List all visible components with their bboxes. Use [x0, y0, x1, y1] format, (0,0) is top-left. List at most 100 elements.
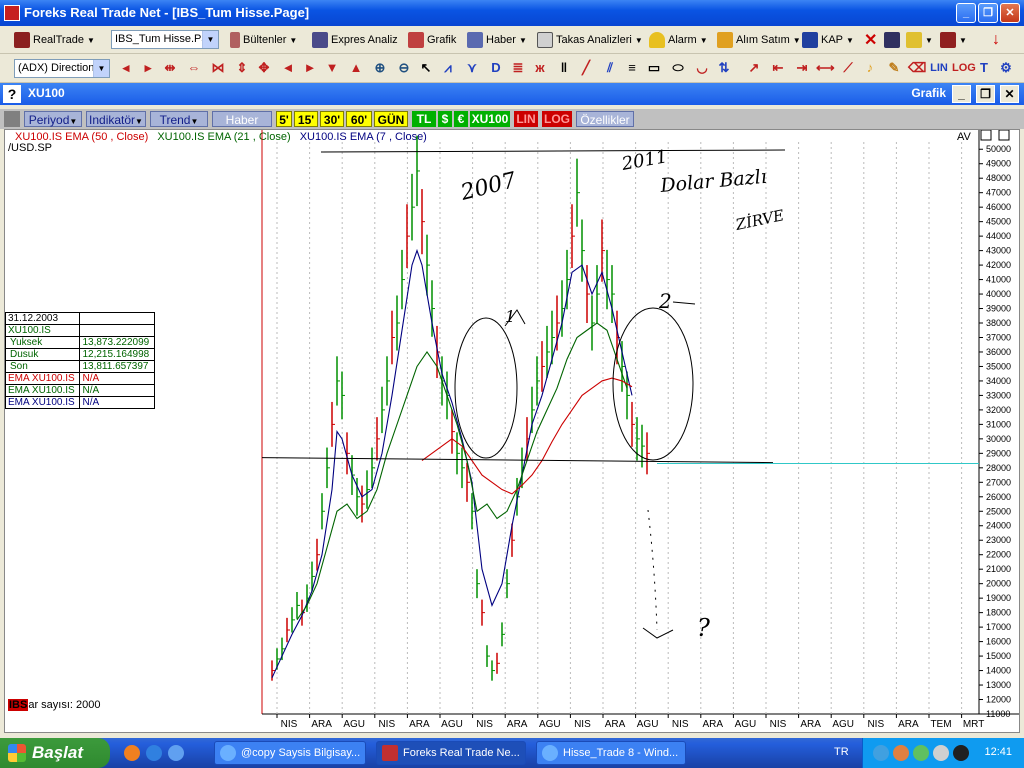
scroll-down-icon[interactable]: ▼: [324, 60, 340, 76]
line-tool-icon[interactable]: ╱: [578, 60, 594, 76]
title-bar[interactable]: Foreks Real Trade Net - [IBS_Tum Hisse.P…: [0, 0, 1024, 26]
rectangle-tool-icon[interactable]: ▭: [646, 60, 662, 76]
firefox-icon[interactable]: [124, 745, 140, 761]
zoom-in-icon[interactable]: ⊕: [372, 60, 388, 76]
taskbar-item[interactable]: Hisse_Trade 8 - Wind...: [536, 741, 686, 765]
lin-button[interactable]: LIN: [514, 111, 538, 127]
period-60m-button[interactable]: 60': [346, 111, 372, 127]
tray-app-icon[interactable]: [893, 745, 909, 761]
move-icon[interactable]: ✥: [256, 60, 272, 76]
vertical-expand-icon[interactable]: ⇕: [234, 60, 250, 76]
app-icon[interactable]: [4, 5, 20, 21]
takas-menu[interactable]: Takas Analizleri ▼: [537, 31, 643, 49]
cycle-icon[interactable]: ж: [532, 60, 548, 76]
lin-scale-button[interactable]: LIN: [930, 60, 948, 76]
taskbar-item[interactable]: Foreks Real Trade Ne...: [376, 741, 526, 765]
settings-icon[interactable]: ▼: [940, 31, 967, 49]
clock: 12:41: [984, 746, 1012, 758]
windows-logo-icon: [8, 744, 26, 762]
haber-button[interactable]: Haber: [212, 111, 272, 127]
ellipse-tool-icon[interactable]: ⬭: [670, 60, 686, 76]
save-icon[interactable]: [884, 31, 900, 49]
period-5m-button[interactable]: 5': [276, 111, 292, 127]
periyod-menu[interactable]: Periyod▼: [24, 111, 82, 127]
left-arrow-icon[interactable]: ◂: [118, 60, 134, 76]
help-question-icon[interactable]: ?: [3, 85, 21, 103]
segment-icon[interactable]: ⟷: [816, 60, 835, 76]
right-arrow-icon[interactable]: ▸: [140, 60, 156, 76]
left-extend-icon[interactable]: ⇤: [770, 60, 786, 76]
kap-menu[interactable]: KAP ▼: [802, 31, 854, 49]
zoom-out-icon[interactable]: ⊖: [396, 60, 412, 76]
maximize-button[interactable]: ❐: [978, 3, 998, 23]
vertical-lines-icon[interactable]: ‖: [556, 60, 572, 76]
scroll-right-icon[interactable]: ►: [302, 60, 318, 76]
alarm-menu[interactable]: Alarm ▼: [649, 31, 708, 49]
cursor-icon[interactable]: ↖: [418, 60, 434, 76]
haber-menu[interactable]: Haber ▼: [467, 31, 527, 49]
indicator-combo[interactable]: (ADX) Direction ▼: [14, 59, 110, 78]
trend-menu[interactable]: Trend▼: [150, 111, 208, 127]
tl-button[interactable]: TL: [412, 111, 436, 127]
template-icon[interactable]: T: [976, 60, 992, 76]
channel-tool-icon[interactable]: ⫽: [602, 60, 618, 76]
fibonacci-icon[interactable]: ≣: [510, 60, 526, 76]
trendline-tool-icon[interactable]: ⩘: [440, 60, 456, 76]
delete-icon[interactable]: ✕: [864, 31, 877, 49]
taskbar-item[interactable]: @copy Saysis Bilgisay...: [214, 741, 366, 765]
zoom-fit-icon[interactable]: ⋈: [210, 60, 226, 76]
price-chart[interactable]: XU100.IS EMA (50 , Close) XU100.IS EMA (…: [4, 129, 1020, 733]
period-30m-button[interactable]: 30': [320, 111, 344, 127]
ie-icon[interactable]: [168, 745, 184, 761]
log-button[interactable]: LOG: [542, 111, 572, 127]
paint-icon[interactable]: ✎: [886, 60, 902, 76]
fan-tool-icon[interactable]: ⋎: [464, 60, 480, 76]
arrow-tool-icon[interactable]: ⇅: [716, 60, 732, 76]
right-extend-icon[interactable]: ⇥: [794, 60, 810, 76]
volume-icon[interactable]: [953, 745, 969, 761]
eur-button[interactable]: €: [454, 111, 468, 127]
inner-close-button[interactable]: ✕: [1000, 85, 1019, 103]
alarm-bell-icon[interactable]: ♪: [862, 60, 878, 76]
close-button[interactable]: ✕: [1000, 3, 1020, 23]
ozellikler-button[interactable]: Özellikler: [576, 111, 634, 127]
expand-icon[interactable]: ⇔: [186, 60, 202, 76]
tray-app-icon[interactable]: [933, 745, 949, 761]
log-scale-button[interactable]: LOG: [952, 60, 976, 76]
period-day-button[interactable]: GÜN: [374, 111, 408, 127]
ie-icon[interactable]: [146, 745, 162, 761]
indikator-menu[interactable]: Indikatör▼: [86, 111, 146, 127]
scroll-left-icon[interactable]: ◄: [280, 60, 296, 76]
network-icon[interactable]: [873, 745, 889, 761]
usd-button[interactable]: $: [438, 111, 452, 127]
inner-restore-button[interactable]: ❐: [976, 85, 995, 103]
tray-app-icon[interactable]: [913, 745, 929, 761]
language-indicator[interactable]: TR: [834, 746, 849, 758]
help-icon[interactable]: ▼: [906, 31, 933, 49]
collapse-icon[interactable]: ⇹: [162, 60, 178, 76]
properties-icon[interactable]: ⚙: [998, 60, 1014, 76]
bultenler-menu[interactable]: Bültenler ▼: [230, 31, 297, 49]
diagonal-icon[interactable]: ⟋: [840, 60, 856, 76]
expres-analiz-button[interactable]: Expres Analiz: [312, 31, 398, 49]
horizontal-lines-icon[interactable]: ≡: [624, 60, 640, 76]
scroll-up-icon[interactable]: ▲: [348, 60, 364, 76]
chart-menu-icon[interactable]: [4, 111, 20, 127]
minimize-button[interactable]: _: [956, 3, 976, 23]
chart-window-titlebar[interactable]: ? XU100 Grafik _ ❐ ✕: [0, 83, 1024, 105]
grafik-button[interactable]: Grafik: [408, 31, 456, 49]
alim-satim-menu[interactable]: Alım Satım ▼: [717, 31, 801, 49]
page-combo[interactable]: IBS_Tum Hisse.Pa ▼: [111, 30, 219, 49]
inner-minimize-button[interactable]: _: [952, 85, 971, 103]
arrow-down-icon[interactable]: ↓: [992, 31, 1000, 49]
x-tick-label: AGU: [441, 719, 463, 730]
period-15m-button[interactable]: 15': [294, 111, 318, 127]
ray-tool-icon[interactable]: ↗: [746, 60, 762, 76]
xu100-button[interactable]: XU100: [470, 111, 510, 127]
text-tool-icon[interactable]: D: [488, 60, 504, 76]
realtrade-menu[interactable]: RealTrade ▼: [14, 31, 95, 49]
erase-icon[interactable]: ⌫: [908, 60, 926, 76]
start-button[interactable]: Başlat: [0, 738, 110, 768]
y-tick-label: 47000: [986, 188, 1011, 198]
arc-tool-icon[interactable]: ◡: [694, 60, 710, 76]
